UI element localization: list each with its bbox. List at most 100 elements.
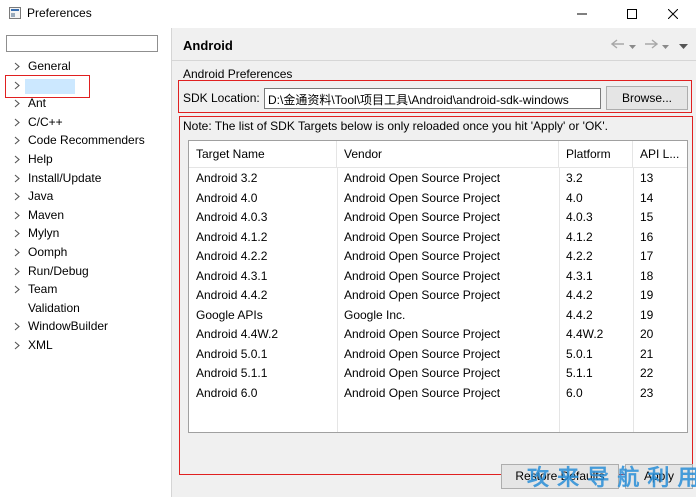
target-name-cell: Android 5.1.1: [196, 366, 268, 380]
column-header-api-level[interactable]: API L...: [633, 141, 687, 167]
table-row[interactable]: Android 4.3.1 Android Open Source Project…: [189, 267, 687, 287]
tree-item-oomph[interactable]: Oomph: [0, 243, 171, 262]
target-name-cell: Android 5.0.1: [196, 346, 268, 361]
column-header-vendor[interactable]: Vendor: [337, 141, 559, 167]
tree-item-c-c-[interactable]: C/C++: [0, 113, 171, 132]
section-label: Android Preferences: [183, 67, 293, 81]
table-row[interactable]: Android 4.4.2 Android Open Source Project…: [189, 286, 687, 306]
tree-item-java[interactable]: Java: [0, 187, 171, 206]
target-name-cell: Android 3.2: [196, 171, 258, 185]
chevron-right-icon[interactable]: [13, 118, 21, 127]
api-level-cell: 13: [640, 171, 654, 185]
filter-input[interactable]: [6, 35, 158, 52]
api-level-cell: 22: [640, 366, 654, 380]
table-row[interactable]: Android 4.0 Android Open Source Project 4.…: [189, 189, 687, 209]
platform-cell: 3.2: [566, 171, 583, 185]
vendor-cell: Android Open Source Project: [344, 288, 501, 302]
tree-item-label: Oomph: [28, 244, 68, 259]
android-item-annotation: [5, 75, 90, 98]
forward-arrow-icon[interactable]: [644, 38, 659, 52]
tree-item-label: Help: [28, 151, 53, 166]
target-name-cell: Android 4.4.2: [196, 288, 268, 302]
tree-item-label: Validation: [28, 300, 80, 315]
table-row[interactable]: Android 3.2 Android Open Source Project 3.…: [189, 169, 687, 189]
table-row[interactable]: Android 4.1.2 Android Open Source Project…: [189, 228, 687, 248]
platform-cell: 4.2.2: [566, 249, 593, 263]
chevron-right-icon[interactable]: [13, 322, 21, 331]
vendor-cell: Android Open Source Project: [344, 171, 501, 185]
tree-item-team[interactable]: Team: [0, 280, 171, 299]
table-row[interactable]: Android 5.1.1 Android Open Source Project…: [189, 364, 687, 384]
chevron-right-icon[interactable]: [13, 211, 21, 220]
api-level-cell: 14: [640, 190, 654, 205]
platform-cell: 4.0: [566, 190, 583, 205]
vendor-cell: Android Open Source Project: [344, 190, 501, 205]
maximize-button[interactable]: [609, 0, 655, 28]
tree-item-mylyn[interactable]: Mylyn: [0, 224, 171, 243]
chevron-right-icon[interactable]: [13, 155, 21, 164]
platform-cell: 4.4W.2: [566, 327, 604, 341]
page-nav: [610, 38, 688, 52]
column-header-target-name[interactable]: Target Name: [189, 141, 337, 167]
chevron-right-icon[interactable]: [13, 62, 21, 71]
minimize-button[interactable]: [559, 0, 605, 28]
column-header-platform[interactable]: Platform: [559, 141, 633, 167]
platform-cell: 6.0: [566, 385, 583, 400]
chevron-right-icon[interactable]: [13, 192, 21, 201]
sdk-targets-table: Target Name Vendor Platform API L... And…: [188, 140, 688, 433]
table-header: Target Name Vendor Platform API L...: [189, 141, 687, 168]
api-level-cell: 16: [640, 229, 654, 244]
platform-cell: 4.3.1: [566, 268, 593, 283]
target-name-cell: Android 4.4W.2: [196, 327, 279, 341]
api-level-cell: 17: [640, 249, 654, 263]
api-level-cell: 18: [640, 268, 654, 283]
chevron-right-icon[interactable]: [13, 248, 21, 257]
chevron-right-icon[interactable]: [13, 267, 21, 276]
chevron-right-icon[interactable]: [13, 285, 21, 294]
tree-item-run-debug[interactable]: Run/Debug: [0, 262, 171, 281]
table-row[interactable]: Android 4.2.2 Android Open Source Project…: [189, 247, 687, 267]
table-row[interactable]: Google APIs Google Inc. 4.4.2 19: [189, 306, 687, 326]
page-header: Android: [172, 28, 696, 61]
close-button[interactable]: [650, 0, 696, 28]
platform-cell: 5.0.1: [566, 346, 593, 361]
table-row[interactable]: Android 6.0 Android Open Source Project 6.…: [189, 384, 687, 404]
api-level-cell: 19: [640, 307, 654, 322]
tree-item-help[interactable]: Help: [0, 150, 171, 169]
preferences-app-icon: [9, 7, 21, 19]
browse-button[interactable]: Browse...: [606, 86, 688, 110]
vendor-cell: Android Open Source Project: [344, 327, 501, 341]
page-title: Android: [183, 38, 233, 53]
tree-item-label: General: [28, 59, 71, 73]
target-name-cell: Android 4.1.2: [196, 229, 268, 244]
target-name-cell: Android 4.3.1: [196, 268, 268, 283]
vendor-cell: Android Open Source Project: [344, 249, 501, 263]
table-row[interactable]: Android 4.0.3 Android Open Source Project…: [189, 208, 687, 228]
tree-item-xml[interactable]: XML: [0, 336, 171, 355]
platform-cell: 4.1.2: [566, 229, 593, 244]
chevron-right-icon[interactable]: [13, 136, 21, 145]
target-name-cell: Android 4.0.3: [196, 210, 268, 224]
view-menu-icon[interactable]: [679, 38, 688, 52]
tree-item-install-update[interactable]: Install/Update: [0, 169, 171, 188]
tree-item-windowbuilder[interactable]: WindowBuilder: [0, 317, 171, 336]
tree-item-code-recommenders[interactable]: Code Recommenders: [0, 131, 171, 150]
back-dropdown-icon[interactable]: [629, 38, 636, 52]
tree-item-validation[interactable]: Validation: [0, 299, 171, 318]
sdk-location-field[interactable]: D:\金通资料\Tool\项目工具\Android\android-sdk-wi…: [264, 88, 601, 109]
back-arrow-icon[interactable]: [610, 38, 625, 52]
api-level-cell: 21: [640, 346, 654, 361]
vendor-cell: Android Open Source Project: [344, 346, 501, 361]
table-row[interactable]: Android 5.0.1 Android Open Source Project…: [189, 345, 687, 365]
vendor-cell: Android Open Source Project: [344, 268, 501, 283]
table-row[interactable]: Android 4.4W.2 Android Open Source Projec…: [189, 325, 687, 345]
chevron-right-icon[interactable]: [13, 341, 21, 350]
chevron-right-icon[interactable]: [13, 229, 21, 238]
maximize-icon: [627, 9, 637, 19]
tree-item-maven[interactable]: Maven: [0, 206, 171, 225]
forward-dropdown-icon[interactable]: [662, 38, 669, 52]
tree-item-general[interactable]: General: [0, 57, 171, 76]
chevron-right-icon[interactable]: [13, 174, 21, 183]
api-level-cell: 15: [640, 210, 654, 224]
chevron-right-icon[interactable]: [13, 99, 21, 108]
